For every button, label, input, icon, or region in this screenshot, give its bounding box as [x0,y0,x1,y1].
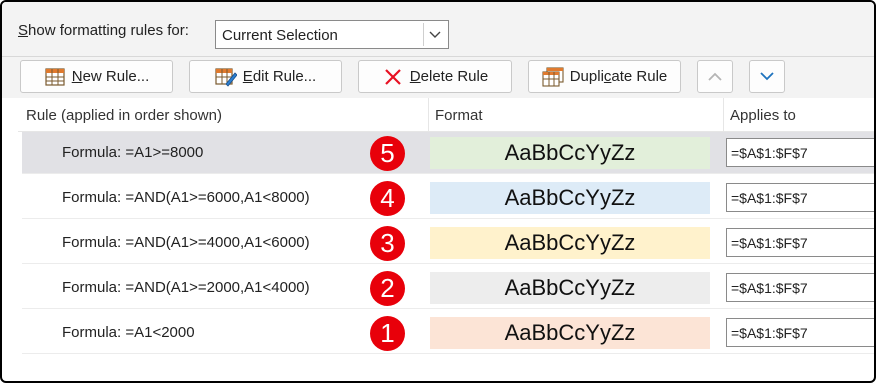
rule-format-preview: AaBbCcYyZz [430,137,710,169]
column-divider[interactable] [428,98,429,131]
rule-order-badge: 5 [370,136,405,171]
applies-to-field[interactable]: =$A$1:$F$7 [726,138,874,167]
rule-format-preview: AaBbCcYyZz [430,317,710,349]
rule-formula: Formula: =AND(A1>=6000,A1<8000) [62,189,310,206]
scope-value: Current Selection [222,27,338,44]
column-header-rule[interactable]: Rule (applied in order shown) [26,107,222,124]
dialog-top-area: Show formatting rules for: Current Selec… [2,2,874,98]
applies-to-field[interactable]: =$A$1:$F$7 [726,183,874,212]
rule-row[interactable]: Formula: =A1>=8000 5 AaBbCcYyZz =$A$1:$F… [22,132,874,174]
rule-formula: Formula: =AND(A1>=4000,A1<6000) [62,234,310,251]
rules-scope-dropdown[interactable]: Current Selection [215,20,449,49]
move-down-button[interactable] [749,60,785,93]
edit-rule-button[interactable]: Edit Rule... [189,60,342,93]
rule-row[interactable]: Formula: =AND(A1>=6000,A1<8000) 4 AaBbCc… [22,177,874,219]
rules-column-header: Rule (applied in order shown) Format App… [18,98,874,132]
rule-format-preview: AaBbCcYyZz [430,182,710,214]
chevron-up-icon [708,68,722,85]
rule-format-preview: AaBbCcYyZz [430,227,710,259]
rule-formula: Formula: =A1>=8000 [62,144,204,161]
table-edit-icon [215,66,237,88]
column-divider[interactable] [723,98,724,131]
rule-format-preview: AaBbCcYyZz [430,272,710,304]
conditional-formatting-rules-manager: Show formatting rules for: Current Selec… [0,0,876,383]
rule-order-badge: 1 [370,316,405,351]
rule-row[interactable]: Formula: =AND(A1>=4000,A1<6000) 3 AaBbCc… [22,222,874,264]
rule-order-badge: 2 [370,271,405,306]
rule-row[interactable]: Formula: =AND(A1>=2000,A1<4000) 2 AaBbCc… [22,267,874,309]
rule-order-badge: 4 [370,181,405,216]
table-copy-icon [542,66,564,88]
duplicate-rule-button[interactable]: Duplicate Rule [528,60,681,93]
duplicate-rule-label: Duplicate Rule [569,68,668,85]
column-header-format[interactable]: Format [435,107,483,124]
delete-rule-label: Delete Rule [409,68,489,85]
new-rule-button[interactable]: New Rule... [20,60,173,93]
applies-to-field[interactable]: =$A$1:$F$7 [726,318,874,347]
rule-formula: Formula: =A1<2000 [62,324,195,341]
delete-rule-button[interactable]: Delete Rule [358,60,512,93]
column-header-applies-to[interactable]: Applies to [730,107,796,124]
applies-to-field[interactable]: =$A$1:$F$7 [726,228,874,257]
table-grid-icon [44,66,66,88]
rule-order-badge: 3 [370,226,405,261]
edit-rule-label: Edit Rule... [242,68,317,85]
new-rule-label: New Rule... [71,68,150,85]
divider [2,56,874,57]
applies-to-field[interactable]: =$A$1:$F$7 [726,273,874,302]
red-x-icon [382,66,404,88]
chevron-down-icon [760,68,774,85]
show-rules-label: Show formatting rules for: [18,22,189,39]
move-up-button[interactable] [697,60,733,93]
rule-formula: Formula: =AND(A1>=2000,A1<4000) [62,279,310,296]
rule-row[interactable]: Formula: =A1<2000 1 AaBbCcYyZz =$A$1:$F$… [22,312,874,354]
chevron-down-icon[interactable] [423,23,446,46]
